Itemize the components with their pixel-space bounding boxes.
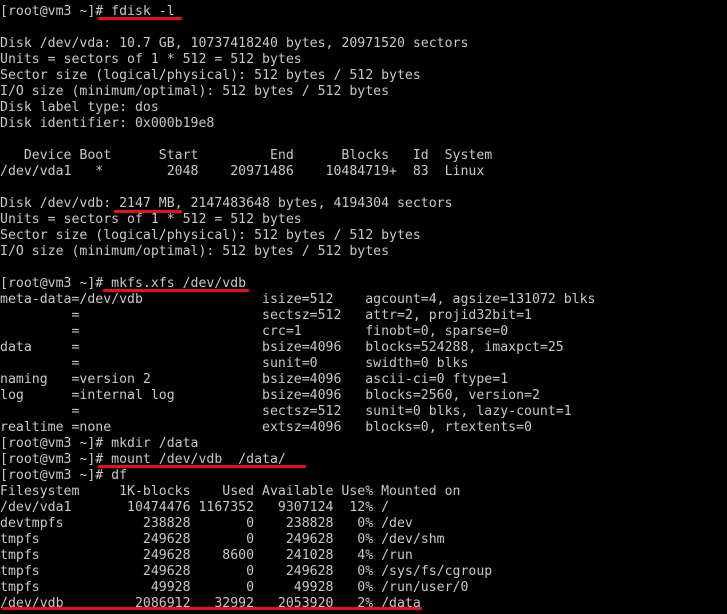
prompt-line-mkdir: [root@vm3 ~]# mkdir /data — [0, 436, 199, 451]
df-table-header: Filesystem 1K-blocks Used Available Use%… — [0, 484, 461, 499]
annotation-underline-fdisk — [98, 17, 182, 20]
annotation-underline-mount — [98, 465, 306, 468]
annotation-underline-df-vdb — [2, 607, 422, 610]
output-line: Disk label type: dos — [0, 100, 159, 115]
output-line: Sector size (logical/physical): 512 byte… — [0, 68, 421, 83]
output-line: Sector size (logical/physical): 512 byte… — [0, 228, 421, 243]
output-line: naming =version 2 bsize=4096 ascii-ci=0 … — [0, 372, 509, 387]
output-line: Disk identifier: 0x000b19e8 — [0, 116, 215, 131]
df-table-row: tmpfs 49928 0 49928 0% /run/user/0 — [0, 580, 469, 595]
output-line: = sectsz=512 sunit=0 blks, lazy-count=1 — [0, 404, 572, 419]
output-line: data = bsize=4096 blocks=524288, imaxpct… — [0, 340, 564, 355]
df-table-row: tmpfs 249628 0 249628 0% /dev/shm — [0, 532, 445, 547]
df-table-row: tmpfs 249628 8600 241028 4% /run — [0, 548, 413, 563]
partition-table-header: Device Boot Start End Blocks Id System — [0, 148, 493, 163]
df-table-row: tmpfs 249628 0 249628 0% /sys/fs/cgroup — [0, 564, 493, 579]
output-line: realtime =none extsz=4096 blocks=0, rtex… — [0, 420, 532, 435]
df-table-row: /dev/vda1 10474476 1167352 9307124 12% / — [0, 500, 390, 515]
output-line: Disk /dev/vdb: 2147 MB, 2147483648 bytes… — [0, 196, 453, 211]
output-line: = crc=1 finobt=0, sparse=0 — [0, 324, 509, 339]
output-line: = sunit=0 swidth=0 blks — [0, 356, 469, 371]
output-line: meta-data=/dev/vdb isize=512 agcount=4, … — [0, 292, 596, 307]
output-line: log =internal log bsize=4096 blocks=2560… — [0, 388, 540, 403]
output-line: Units = sectors of 1 * 512 = 512 bytes — [0, 212, 302, 227]
annotation-underline-mkfs — [103, 289, 249, 292]
partition-table-row: /dev/vda1 * 2048 20971486 10484719+ 83 L… — [0, 164, 485, 179]
prompt-line-df: [root@vm3 ~]# df — [0, 468, 128, 483]
terminal-window[interactable]: [root@vm3 ~]# fdisk -l Disk /dev/vda: 10… — [0, 0, 727, 614]
df-table-row: devtmpfs 238828 0 238828 0% /dev — [0, 516, 413, 531]
output-line: = sectsz=512 attr=2, projid32bit=1 — [0, 308, 532, 323]
output-line: Disk /dev/vda: 10.7 GB, 10737418240 byte… — [0, 36, 469, 51]
output-line: I/O size (minimum/optimal): 512 bytes / … — [0, 84, 390, 99]
output-line: I/O size (minimum/optimal): 512 bytes / … — [0, 244, 390, 259]
output-line: Units = sectors of 1 * 512 = 512 bytes — [0, 52, 302, 67]
annotation-underline-vdb-size — [114, 210, 182, 213]
